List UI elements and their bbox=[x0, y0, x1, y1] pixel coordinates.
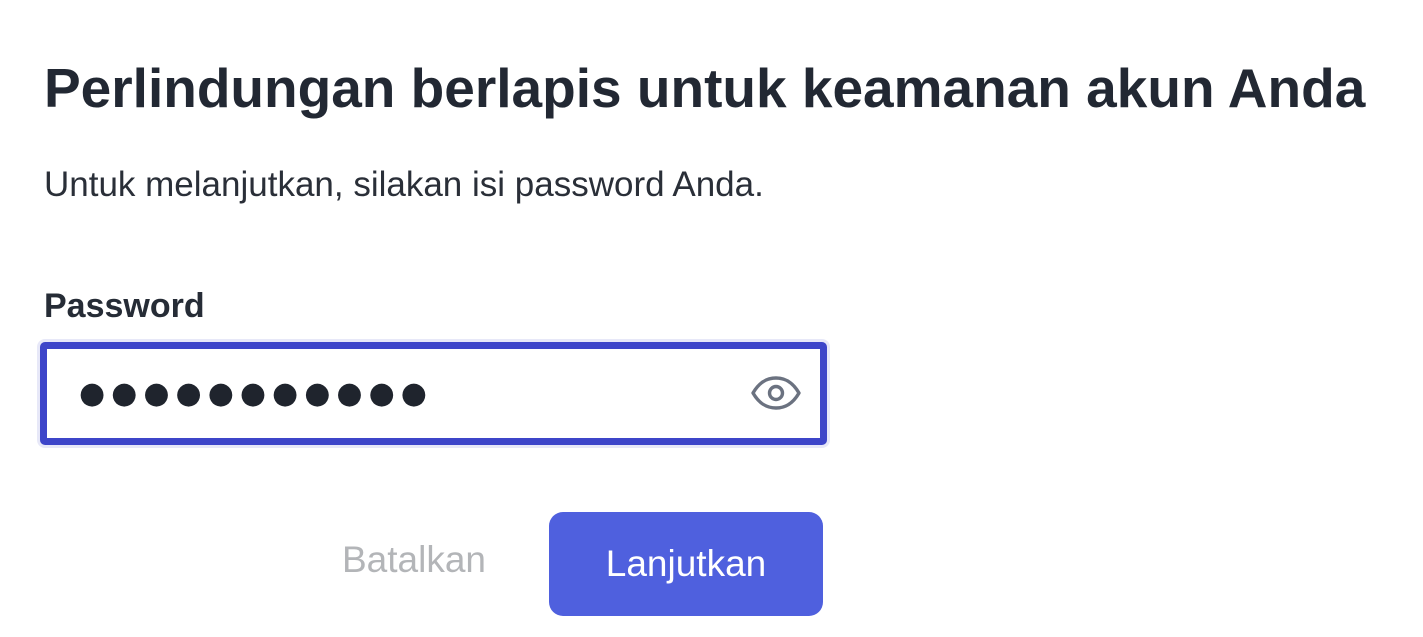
page-title: Perlindungan berlapis untuk keamanan aku… bbox=[44, 57, 1366, 119]
cancel-button[interactable]: Batalkan bbox=[342, 536, 486, 584]
eye-icon bbox=[750, 375, 802, 411]
page-subtitle: Untuk melanjutkan, silakan isi password … bbox=[44, 165, 764, 204]
continue-button[interactable]: Lanjutkan bbox=[549, 512, 823, 616]
password-label: Password bbox=[44, 287, 205, 325]
password-field-container bbox=[40, 342, 827, 445]
form-actions: Batalkan Lanjutkan bbox=[0, 512, 1423, 616]
show-password-toggle[interactable] bbox=[748, 371, 804, 415]
password-input[interactable] bbox=[79, 349, 719, 438]
